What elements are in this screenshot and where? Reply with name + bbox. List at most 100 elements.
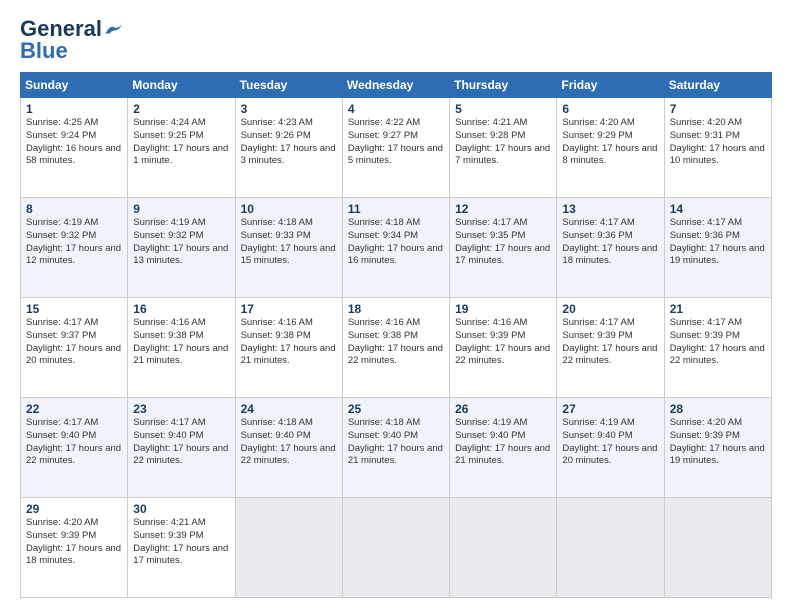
day-number: 13 [562,202,658,216]
calendar-cell: 30Sunrise: 4:21 AMSunset: 9:39 PMDayligh… [128,498,235,598]
logo: General Blue [20,18,122,62]
calendar-cell: 5Sunrise: 4:21 AMSunset: 9:28 PMDaylight… [450,98,557,198]
day-info: Sunrise: 4:22 AMSunset: 9:27 PMDaylight:… [348,117,443,166]
day-number: 19 [455,302,551,316]
calendar-cell: 23Sunrise: 4:17 AMSunset: 9:40 PMDayligh… [128,398,235,498]
calendar-cell: 16Sunrise: 4:16 AMSunset: 9:38 PMDayligh… [128,298,235,398]
logo-bird-icon [104,23,122,35]
calendar-cell: 10Sunrise: 4:18 AMSunset: 9:33 PMDayligh… [235,198,342,298]
calendar-cell: 8Sunrise: 4:19 AMSunset: 9:32 PMDaylight… [21,198,128,298]
day-info: Sunrise: 4:18 AMSunset: 9:40 PMDaylight:… [348,417,443,466]
day-number: 28 [670,402,766,416]
day-number: 17 [241,302,337,316]
col-sunday: Sunday [21,73,128,98]
calendar-cell: 24Sunrise: 4:18 AMSunset: 9:40 PMDayligh… [235,398,342,498]
week-row-2: 8Sunrise: 4:19 AMSunset: 9:32 PMDaylight… [21,198,772,298]
day-info: Sunrise: 4:16 AMSunset: 9:39 PMDaylight:… [455,317,550,366]
day-number: 14 [670,202,766,216]
logo-blue: Blue [20,40,68,62]
day-info: Sunrise: 4:24 AMSunset: 9:25 PMDaylight:… [133,117,228,166]
col-friday: Friday [557,73,664,98]
day-info: Sunrise: 4:16 AMSunset: 9:38 PMDaylight:… [241,317,336,366]
week-row-3: 15Sunrise: 4:17 AMSunset: 9:37 PMDayligh… [21,298,772,398]
day-info: Sunrise: 4:18 AMSunset: 9:33 PMDaylight:… [241,217,336,266]
calendar-cell: 25Sunrise: 4:18 AMSunset: 9:40 PMDayligh… [342,398,449,498]
calendar-cell [557,498,664,598]
calendar-cell: 7Sunrise: 4:20 AMSunset: 9:31 PMDaylight… [664,98,771,198]
day-number: 1 [26,102,122,116]
calendar-cell [664,498,771,598]
col-wednesday: Wednesday [342,73,449,98]
day-info: Sunrise: 4:25 AMSunset: 9:24 PMDaylight:… [26,117,121,166]
day-info: Sunrise: 4:17 AMSunset: 9:39 PMDaylight:… [670,317,765,366]
col-thursday: Thursday [450,73,557,98]
logo-general: General [20,18,102,40]
calendar-cell: 20Sunrise: 4:17 AMSunset: 9:39 PMDayligh… [557,298,664,398]
calendar-cell: 3Sunrise: 4:23 AMSunset: 9:26 PMDaylight… [235,98,342,198]
col-monday: Monday [128,73,235,98]
day-number: 24 [241,402,337,416]
calendar-cell: 26Sunrise: 4:19 AMSunset: 9:40 PMDayligh… [450,398,557,498]
day-number: 4 [348,102,444,116]
day-info: Sunrise: 4:23 AMSunset: 9:26 PMDaylight:… [241,117,336,166]
day-number: 7 [670,102,766,116]
day-number: 25 [348,402,444,416]
day-info: Sunrise: 4:21 AMSunset: 9:28 PMDaylight:… [455,117,550,166]
weekday-header-row: Sunday Monday Tuesday Wednesday Thursday… [21,73,772,98]
calendar-cell: 21Sunrise: 4:17 AMSunset: 9:39 PMDayligh… [664,298,771,398]
calendar-cell: 17Sunrise: 4:16 AMSunset: 9:38 PMDayligh… [235,298,342,398]
calendar-table: Sunday Monday Tuesday Wednesday Thursday… [20,72,772,598]
day-number: 15 [26,302,122,316]
calendar-cell: 1Sunrise: 4:25 AMSunset: 9:24 PMDaylight… [21,98,128,198]
day-number: 16 [133,302,229,316]
header: General Blue [20,18,772,62]
calendar-cell: 4Sunrise: 4:22 AMSunset: 9:27 PMDaylight… [342,98,449,198]
calendar-cell: 28Sunrise: 4:20 AMSunset: 9:39 PMDayligh… [664,398,771,498]
week-row-1: 1Sunrise: 4:25 AMSunset: 9:24 PMDaylight… [21,98,772,198]
day-info: Sunrise: 4:17 AMSunset: 9:35 PMDaylight:… [455,217,550,266]
day-number: 5 [455,102,551,116]
day-info: Sunrise: 4:18 AMSunset: 9:34 PMDaylight:… [348,217,443,266]
day-number: 26 [455,402,551,416]
day-info: Sunrise: 4:18 AMSunset: 9:40 PMDaylight:… [241,417,336,466]
calendar-cell: 14Sunrise: 4:17 AMSunset: 9:36 PMDayligh… [664,198,771,298]
calendar-cell [450,498,557,598]
calendar-cell: 2Sunrise: 4:24 AMSunset: 9:25 PMDaylight… [128,98,235,198]
calendar-cell [342,498,449,598]
day-number: 8 [26,202,122,216]
day-number: 21 [670,302,766,316]
day-info: Sunrise: 4:19 AMSunset: 9:32 PMDaylight:… [26,217,121,266]
page: General Blue Sunday Monday Tuesday Wedne… [0,0,792,612]
calendar-cell: 27Sunrise: 4:19 AMSunset: 9:40 PMDayligh… [557,398,664,498]
day-number: 18 [348,302,444,316]
day-number: 22 [26,402,122,416]
calendar-cell [235,498,342,598]
day-info: Sunrise: 4:16 AMSunset: 9:38 PMDaylight:… [348,317,443,366]
day-number: 29 [26,502,122,516]
day-number: 23 [133,402,229,416]
day-number: 10 [241,202,337,216]
calendar-cell: 13Sunrise: 4:17 AMSunset: 9:36 PMDayligh… [557,198,664,298]
week-row-4: 22Sunrise: 4:17 AMSunset: 9:40 PMDayligh… [21,398,772,498]
calendar-cell: 18Sunrise: 4:16 AMSunset: 9:38 PMDayligh… [342,298,449,398]
day-number: 9 [133,202,229,216]
day-info: Sunrise: 4:19 AMSunset: 9:40 PMDaylight:… [455,417,550,466]
day-info: Sunrise: 4:17 AMSunset: 9:36 PMDaylight:… [670,217,765,266]
day-info: Sunrise: 4:20 AMSunset: 9:39 PMDaylight:… [26,517,121,566]
day-info: Sunrise: 4:17 AMSunset: 9:37 PMDaylight:… [26,317,121,366]
calendar-cell: 6Sunrise: 4:20 AMSunset: 9:29 PMDaylight… [557,98,664,198]
day-info: Sunrise: 4:21 AMSunset: 9:39 PMDaylight:… [133,517,228,566]
day-info: Sunrise: 4:19 AMSunset: 9:32 PMDaylight:… [133,217,228,266]
day-info: Sunrise: 4:20 AMSunset: 9:29 PMDaylight:… [562,117,657,166]
calendar-cell: 11Sunrise: 4:18 AMSunset: 9:34 PMDayligh… [342,198,449,298]
col-tuesday: Tuesday [235,73,342,98]
week-row-5: 29Sunrise: 4:20 AMSunset: 9:39 PMDayligh… [21,498,772,598]
calendar-cell: 12Sunrise: 4:17 AMSunset: 9:35 PMDayligh… [450,198,557,298]
col-saturday: Saturday [664,73,771,98]
day-info: Sunrise: 4:17 AMSunset: 9:39 PMDaylight:… [562,317,657,366]
day-info: Sunrise: 4:19 AMSunset: 9:40 PMDaylight:… [562,417,657,466]
calendar-cell: 19Sunrise: 4:16 AMSunset: 9:39 PMDayligh… [450,298,557,398]
day-info: Sunrise: 4:17 AMSunset: 9:40 PMDaylight:… [26,417,121,466]
day-info: Sunrise: 4:17 AMSunset: 9:40 PMDaylight:… [133,417,228,466]
day-info: Sunrise: 4:17 AMSunset: 9:36 PMDaylight:… [562,217,657,266]
